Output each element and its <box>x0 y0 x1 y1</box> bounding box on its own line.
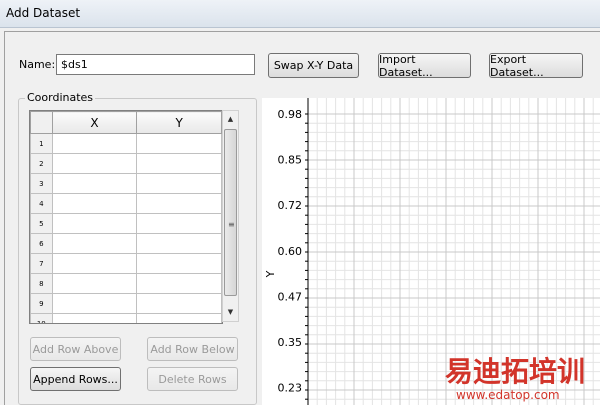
cell-x[interactable] <box>51 213 138 234</box>
cell-x[interactable] <box>51 293 138 314</box>
add-row-below-button[interactable]: Add Row Below <box>147 337 238 361</box>
coordinates-group-title: Coordinates <box>25 91 96 104</box>
row-number[interactable]: 4 <box>30 193 53 214</box>
cell-x[interactable] <box>51 273 138 294</box>
column-header-y[interactable]: Y <box>136 111 222 134</box>
y-tick-label: 0.23 <box>278 382 303 395</box>
cell-y[interactable] <box>136 313 222 323</box>
plot-area[interactable]: 0.98 0.85 0.72 0.60 0.47 0.35 0.23 Y 易迪拓培训 www.ed… <box>262 98 600 405</box>
export-dataset-button[interactable]: Export Dataset... <box>489 53 583 79</box>
import-dataset-button[interactable]: Import Dataset... <box>378 53 471 79</box>
name-input[interactable]: $ds1 <box>56 54 255 75</box>
delete-rows-button[interactable]: Delete Rows <box>147 367 238 391</box>
window-titlebar: Add Dataset <box>0 0 600 28</box>
y-tick-label: 0.60 <box>278 245 303 258</box>
row-number[interactable]: 5 <box>30 213 53 234</box>
cell-y[interactable] <box>136 133 222 154</box>
frame-left <box>4 31 5 405</box>
cell-y[interactable] <box>136 153 222 174</box>
cell-x[interactable] <box>51 253 138 274</box>
grid-corner <box>30 111 53 134</box>
scroll-up-arrow-icon[interactable]: ▲ <box>223 112 238 127</box>
window-title: Add Dataset <box>6 6 81 20</box>
row-number[interactable]: 10 <box>30 313 53 323</box>
cell-x[interactable] <box>51 193 138 214</box>
scrollbar-thumb[interactable]: ≡ <box>224 129 237 296</box>
coordinates-grid[interactable]: X Y 1 2 3 4 5 6 7 8 9 10 <box>29 110 223 324</box>
cell-y[interactable] <box>136 213 222 234</box>
frame-top <box>4 31 600 32</box>
cell-x[interactable] <box>51 133 138 154</box>
watermark-url: www.edatop.com <box>456 388 560 402</box>
row-number[interactable]: 1 <box>30 133 53 154</box>
row-number[interactable]: 2 <box>30 153 53 174</box>
y-tick-label: 0.85 <box>278 154 303 167</box>
y-tick-label: 0.98 <box>278 108 303 121</box>
cell-y[interactable] <box>136 293 222 314</box>
y-tick-label: 0.72 <box>278 199 303 212</box>
watermark-logo-text: 易迪拓培训 <box>445 355 585 388</box>
append-rows-button[interactable]: Append Rows... <box>30 367 121 391</box>
cell-x[interactable] <box>51 153 138 174</box>
cell-x[interactable] <box>51 173 138 194</box>
cell-y[interactable] <box>136 253 222 274</box>
row-number[interactable]: 3 <box>30 173 53 194</box>
add-row-above-button[interactable]: Add Row Above <box>30 337 121 361</box>
name-label: Name: <box>19 58 56 71</box>
plot-grid: 0.98 0.85 0.72 0.60 0.47 0.35 0.23 Y 易迪拓培训www.ed… <box>264 98 600 405</box>
column-header-x[interactable]: X <box>51 111 138 134</box>
swap-xy-button[interactable]: Swap X-Y Data <box>268 53 359 78</box>
y-tick-label: 0.47 <box>278 290 303 303</box>
cell-y[interactable] <box>136 273 222 294</box>
cell-y[interactable] <box>136 193 222 214</box>
cell-x[interactable] <box>51 233 138 254</box>
y-axis-label: Y <box>264 270 277 278</box>
y-tick-label: 0.35 <box>278 336 303 349</box>
cell-x[interactable] <box>51 313 138 323</box>
cell-y[interactable] <box>136 173 222 194</box>
row-number[interactable]: 7 <box>30 253 53 274</box>
grid-vertical-scrollbar[interactable]: ▲ ≡ ▼ <box>222 110 239 322</box>
scroll-down-arrow-icon[interactable]: ▼ <box>223 305 238 320</box>
row-number[interactable]: 8 <box>30 273 53 294</box>
cell-y[interactable] <box>136 233 222 254</box>
scrollbar-grip-icon: ≡ <box>228 220 235 229</box>
row-number[interactable]: 6 <box>30 233 53 254</box>
row-number[interactable]: 9 <box>30 293 53 314</box>
